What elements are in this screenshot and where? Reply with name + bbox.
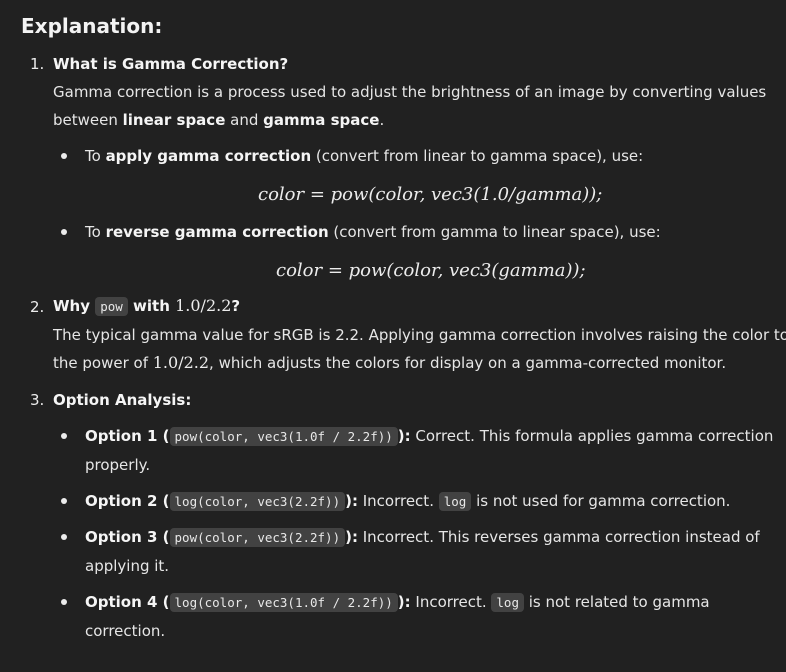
section-title: Option Analysis:: [53, 391, 192, 409]
list-item: To reverse gamma correction (convert fro…: [85, 223, 661, 241]
paragraph: The typical gamma value for sRGB is 2.2.…: [53, 326, 786, 372]
bullet-icon: [61, 229, 67, 235]
list-item: Option 2 (log(color, vec3(2.2f))): Incor…: [85, 492, 731, 511]
chat-response: Explanation: 1. What is Gamma Correction…: [0, 0, 786, 672]
paragraph: Gamma correction is a process used to ad…: [53, 83, 767, 129]
section-title: Why pow with 1.0/2.2?: [53, 296, 241, 316]
inline-code: log(color, vec3(1.0f / 2.2f)): [169, 593, 398, 612]
inline-code: log(color, vec3(2.2f)): [169, 492, 346, 511]
list-item: Option 3 (pow(color, vec3(2.2f))): Incor…: [85, 528, 760, 575]
bullet-icon: [61, 153, 67, 159]
inline-code: pow(color, vec3(2.2f)): [169, 528, 346, 547]
list-item: Option 1 (pow(color, vec3(1.0f / 2.2f)))…: [85, 427, 774, 474]
bullet-icon: [61, 599, 67, 605]
inline-code: pow: [95, 297, 128, 316]
bullet-icon: [61, 534, 67, 540]
inline-code: log: [491, 593, 524, 612]
list-number: 3.: [30, 391, 45, 409]
bullet-icon: [61, 433, 67, 439]
list-item: Option 4 (log(color, vec3(1.0f / 2.2f)))…: [85, 593, 710, 640]
formula: color = pow(color, vec3(gamma));: [276, 260, 586, 281]
formula: color = pow(color, vec3(1.0/gamma));: [258, 184, 603, 205]
list-number: 2.: [30, 298, 45, 316]
bullet-icon: [61, 498, 67, 504]
inline-code: log: [438, 492, 472, 511]
page-title: Explanation:: [21, 14, 163, 38]
list-item: To apply gamma correction (convert from …: [85, 147, 644, 165]
list-number: 1.: [30, 55, 45, 73]
section-title: What is Gamma Correction?: [53, 55, 289, 73]
inline-code: pow(color, vec3(1.0f / 2.2f)): [169, 427, 398, 446]
